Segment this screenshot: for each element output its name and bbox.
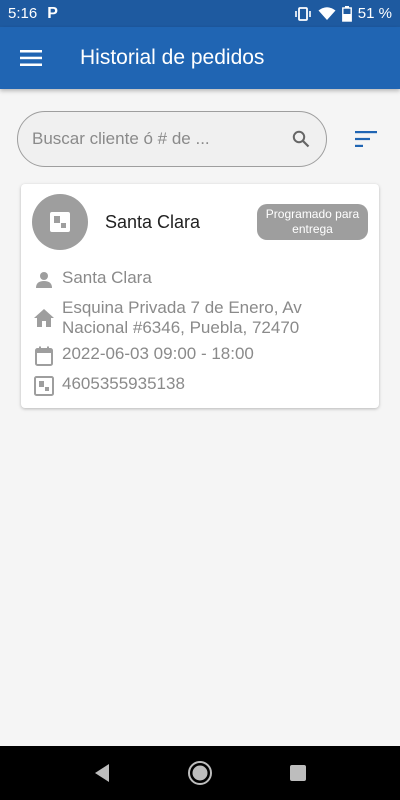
customer-name: Santa Clara — [62, 268, 152, 287]
wifi-icon — [318, 6, 336, 20]
vibrate-icon — [294, 6, 311, 21]
home-button[interactable] — [185, 758, 215, 788]
system-nav-bar — [0, 746, 400, 800]
address-line-2: Nacional #6346, Puebla, 72470 — [62, 318, 300, 337]
battery-percent: 51 % — [357, 5, 392, 22]
package-icon — [32, 374, 56, 398]
avatar — [32, 194, 88, 250]
search-box[interactable] — [17, 111, 327, 167]
order-title: Santa Clara — [105, 212, 201, 232]
status-indicators: 51 % — [294, 5, 392, 22]
back-icon — [95, 764, 109, 782]
order-number: 4605355935138 — [62, 374, 185, 393]
package-icon — [50, 212, 70, 232]
battery-icon — [341, 5, 352, 22]
search-icon[interactable] — [290, 128, 312, 150]
address-line-1: Esquina Privada 7 de Enero, Av — [62, 298, 302, 317]
address: Esquina Privada 7 de Enero, Av Nacional … — [62, 298, 302, 338]
recents-icon — [290, 765, 306, 781]
back-button[interactable] — [87, 758, 117, 788]
app-bar: Historial de pedidos — [0, 27, 400, 89]
address-row: Esquina Privada 7 de Enero, Av Nacional … — [32, 298, 302, 338]
person-icon — [32, 268, 56, 292]
order-number-row: 4605355935138 — [32, 374, 185, 398]
calendar-icon — [32, 344, 56, 368]
schedule-text: 2022-06-03 09:00 - 18:00 — [62, 344, 254, 363]
recents-button[interactable] — [283, 758, 313, 788]
status-time: 5:16 — [8, 5, 38, 22]
sort-button[interactable] — [351, 124, 381, 154]
hamburger-menu-icon — [20, 50, 42, 66]
home-circle-icon — [188, 761, 212, 785]
sort-icon — [355, 131, 377, 147]
search-row — [17, 111, 383, 167]
menu-button[interactable] — [0, 27, 62, 89]
schedule-row: 2022-06-03 09:00 - 18:00 — [32, 344, 254, 368]
parking-notification-icon: P — [47, 4, 58, 22]
order-card[interactable]: Santa Clara Programado para entrega Sant… — [21, 184, 379, 408]
home-icon — [32, 306, 56, 330]
status-bar: 5:16 P 51 % — [0, 0, 400, 27]
page-title: Historial de pedidos — [80, 46, 265, 69]
customer-row: Santa Clara — [32, 268, 152, 292]
search-input[interactable] — [32, 129, 290, 149]
status-badge: Programado para entrega — [257, 204, 368, 240]
